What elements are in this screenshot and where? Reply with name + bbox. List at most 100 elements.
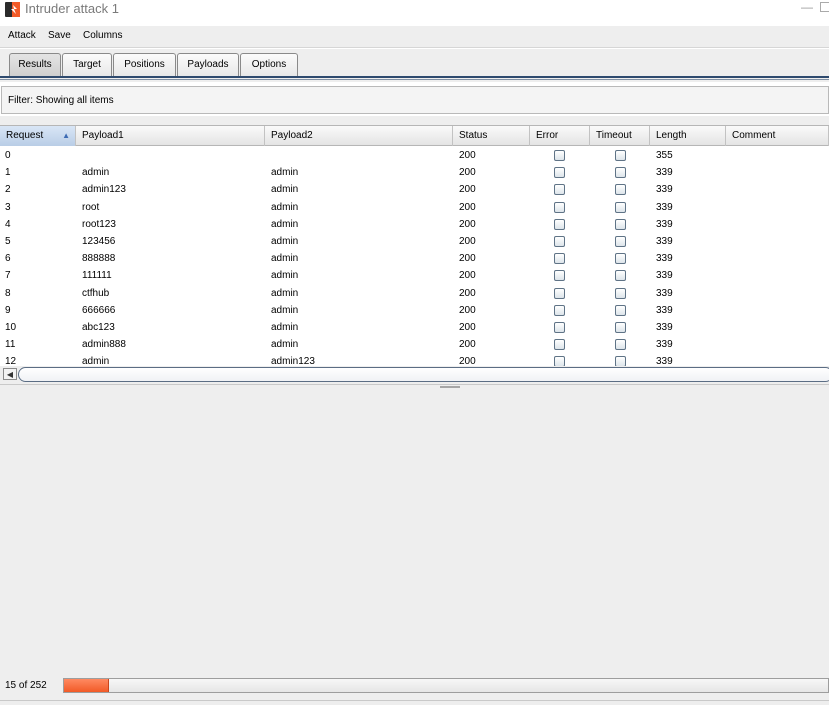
cell-length: 339 — [656, 167, 673, 179]
column-header-payload1[interactable]: Payload1 — [76, 126, 265, 146]
table-row[interactable]: 10 abc123 admin 200 339 — [0, 319, 829, 336]
table-row[interactable]: 5 123456 admin 200 339 — [0, 233, 829, 250]
error-checkbox — [554, 201, 565, 213]
cell-status: 200 — [459, 184, 476, 196]
table-row[interactable]: 6 888888 admin 200 339 — [0, 250, 829, 267]
tab-positions[interactable]: Positions — [113, 53, 176, 76]
cell-payload1: admin123 — [82, 184, 126, 196]
table-row[interactable]: 11 admin888 admin 200 339 — [0, 336, 829, 353]
sort-ascending-icon: ▲ — [62, 131, 70, 140]
cell-payload1: ctfhub — [82, 287, 110, 299]
cell-payload2: admin123 — [271, 356, 315, 366]
status-bar: 15 of 252 — [0, 675, 829, 705]
cell-payload2: admin — [271, 167, 299, 179]
tab-options[interactable]: Options — [240, 53, 298, 76]
table-row[interactable]: 12 admin admin123 200 339 — [0, 353, 829, 366]
table-row[interactable]: 8 ctfhub admin 200 339 — [0, 285, 829, 302]
error-checkbox — [554, 322, 565, 333]
cell-length: 339 — [656, 270, 673, 282]
cell-request: 10 — [5, 322, 17, 333]
timeout-checkbox — [615, 253, 626, 265]
cell-request: 9 — [5, 304, 11, 316]
cell-status: 200 — [459, 339, 476, 351]
error-checkbox — [554, 150, 565, 161]
column-header-request[interactable]: Request ▲ — [0, 126, 76, 146]
maximize-button[interactable] — [820, 2, 829, 12]
cell-length: 339 — [656, 304, 673, 316]
timeout-checkbox — [615, 201, 626, 213]
error-checkbox — [554, 356, 565, 366]
cell-status: 200 — [459, 253, 476, 265]
cell-length: 339 — [656, 253, 673, 265]
progress-fill — [64, 679, 110, 692]
error-checkbox — [554, 287, 565, 299]
timeout-checkbox — [615, 167, 626, 179]
cell-request: 5 — [5, 236, 11, 247]
tab-payloads[interactable]: Payloads — [177, 53, 239, 76]
cell-length: 355 — [656, 150, 673, 161]
timeout-checkbox — [615, 184, 626, 196]
table-row[interactable]: 9 666666 admin 200 339 — [0, 302, 829, 319]
error-checkbox — [554, 253, 565, 265]
table-row[interactable]: 0 200 355 — [0, 147, 829, 164]
filter-bar[interactable]: Filter: Showing all items — [1, 86, 829, 114]
error-checkbox — [554, 304, 565, 316]
minimize-button[interactable]: — — [800, 0, 814, 18]
cell-payload2: admin — [271, 201, 299, 213]
column-header-length[interactable]: Length — [650, 126, 726, 146]
burp-icon — [5, 2, 20, 17]
error-checkbox — [554, 167, 565, 179]
results-table: Request ▲ Payload1 Payload2 Status Error… — [0, 125, 829, 366]
filter-label: Filter: Showing all items — [8, 95, 114, 106]
table-row[interactable]: 2 admin123 admin 200 339 — [0, 181, 829, 198]
cell-payload2: admin — [271, 236, 299, 247]
cell-payload1: 888888 — [82, 253, 116, 265]
cell-status: 200 — [459, 150, 476, 161]
cell-request: 8 — [5, 287, 11, 299]
divider-grip-icon[interactable] — [440, 386, 460, 388]
menu-attack[interactable]: Attack — [8, 30, 36, 42]
scroll-left-icon[interactable]: ◀ — [3, 368, 17, 380]
cell-payload2: admin — [271, 287, 299, 299]
cell-payload1: root — [82, 201, 100, 213]
column-header-timeout[interactable]: Timeout — [590, 126, 650, 146]
cell-request: 0 — [5, 150, 11, 161]
tab-results[interactable]: Results — [9, 53, 61, 76]
tab-underline — [0, 76, 829, 80]
column-header-comment[interactable]: Comment — [726, 126, 829, 146]
cell-payload1: abc123 — [82, 322, 115, 333]
table-row[interactable]: 4 root123 admin 200 339 — [0, 216, 829, 233]
cell-payload1: root123 — [82, 218, 116, 230]
error-checkbox — [554, 270, 565, 282]
column-header-error[interactable]: Error — [530, 126, 590, 146]
horizontal-scrollbar[interactable]: ◀ — [0, 366, 829, 384]
menu-columns[interactable]: Columns — [83, 30, 122, 42]
cell-payload1: 666666 — [82, 304, 116, 316]
column-header-status[interactable]: Status — [453, 126, 530, 146]
cell-request: 2 — [5, 184, 11, 196]
tab-strip: Results Target Positions Payloads Option… — [0, 49, 829, 82]
timeout-checkbox — [615, 236, 626, 247]
menu-bar: Attack Save Columns — [0, 26, 829, 48]
cell-length: 339 — [656, 184, 673, 196]
cell-status: 200 — [459, 322, 476, 333]
cell-length: 339 — [656, 322, 673, 333]
column-header-label: Request — [6, 130, 44, 141]
cell-payload2: admin — [271, 184, 299, 196]
window-titlebar: Intruder attack 1 — — [0, 0, 829, 24]
cell-request: 6 — [5, 253, 11, 265]
progress-bar — [63, 678, 829, 693]
scrollbar-thumb[interactable] — [18, 367, 829, 382]
cell-length: 339 — [656, 201, 673, 213]
table-row[interactable]: 3 root admin 200 339 — [0, 199, 829, 216]
table-row[interactable]: 1 admin admin 200 339 — [0, 164, 829, 181]
cell-length: 339 — [656, 339, 673, 351]
tab-target[interactable]: Target — [62, 53, 112, 76]
table-row[interactable]: 7 111111 admin 200 339 — [0, 267, 829, 284]
table-header: Request ▲ Payload1 Payload2 Status Error… — [0, 125, 829, 146]
cell-status: 200 — [459, 236, 476, 247]
column-header-payload2[interactable]: Payload2 — [265, 126, 453, 146]
cell-status: 200 — [459, 356, 476, 366]
timeout-checkbox — [615, 304, 626, 316]
menu-save[interactable]: Save — [48, 30, 71, 42]
